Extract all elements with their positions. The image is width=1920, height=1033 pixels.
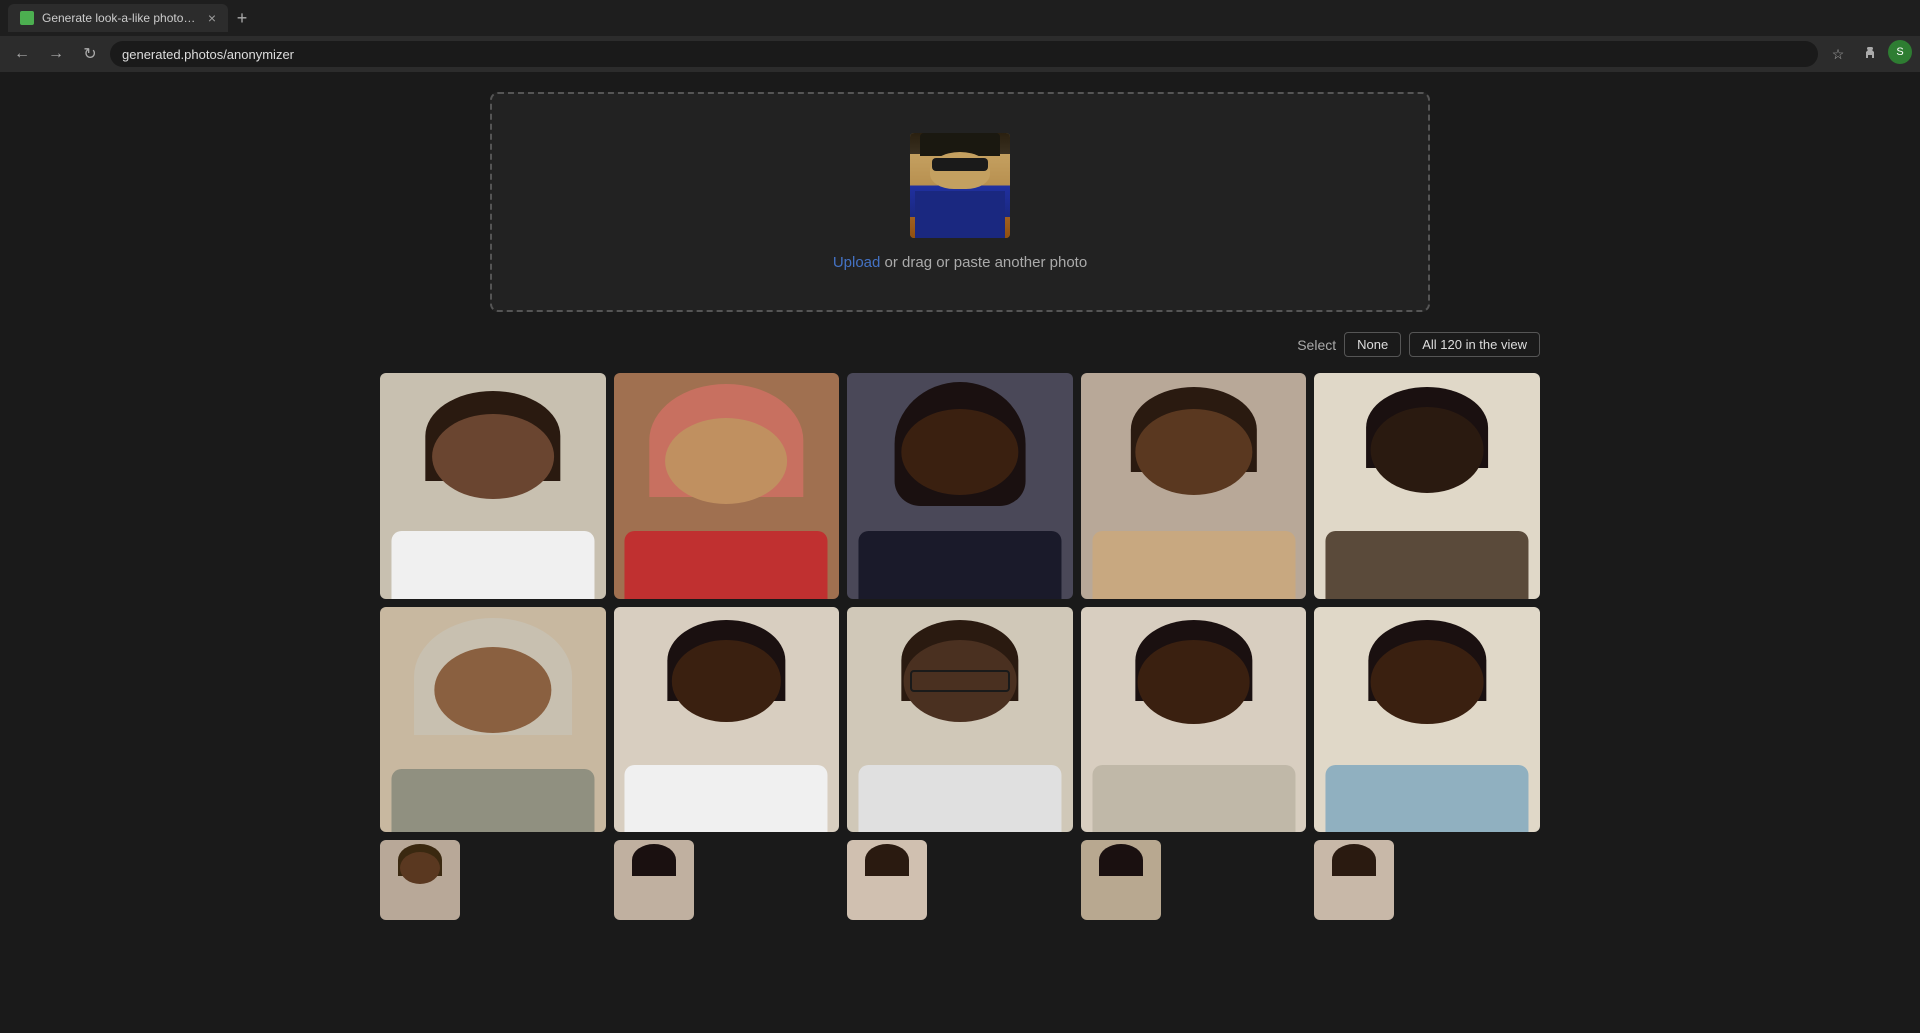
photo-item[interactable] — [1314, 373, 1540, 599]
select-all-button[interactable]: All 120 in the view — [1409, 332, 1540, 357]
browser-nav-bar: ← → ↻ ☆ S — [0, 36, 1920, 72]
browser-tabs: Generate look-a-like photos to p × + — [0, 0, 1920, 36]
reload-button[interactable]: ↻ — [76, 40, 104, 68]
photo-item[interactable] — [614, 840, 694, 920]
uploaded-photo-preview — [910, 133, 1010, 238]
active-tab[interactable]: Generate look-a-like photos to p × — [8, 4, 228, 32]
photo-item[interactable] — [1081, 840, 1161, 920]
page-content: Upload or drag or paste another photo Se… — [0, 72, 1920, 960]
upload-text-rest: or drag or paste another photo — [880, 254, 1087, 271]
photo-item[interactable] — [847, 840, 927, 920]
photo-item[interactable] — [847, 607, 1073, 833]
photo-item[interactable] — [847, 373, 1073, 599]
upload-link[interactable]: Upload — [833, 254, 881, 271]
tab-title: Generate look-a-like photos to p — [42, 11, 200, 25]
forward-button[interactable]: → — [42, 40, 70, 68]
profile-avatar[interactable]: S — [1888, 40, 1912, 64]
results-header: Select None All 120 in the view — [380, 332, 1540, 357]
photo-item[interactable] — [1314, 607, 1540, 833]
extensions-icon[interactable] — [1856, 40, 1884, 68]
tab-close-icon[interactable]: × — [208, 10, 216, 26]
results-section: Select None All 120 in the view — [360, 332, 1560, 920]
address-bar[interactable] — [110, 41, 1818, 67]
browser-chrome: Generate look-a-like photos to p × + ← →… — [0, 0, 1920, 72]
upload-section: Upload or drag or paste another photo — [470, 92, 1450, 312]
photo-item[interactable] — [614, 373, 840, 599]
tab-favicon — [20, 11, 34, 25]
photo-grid — [380, 373, 1540, 920]
photo-item[interactable] — [380, 373, 606, 599]
new-tab-button[interactable]: + — [228, 4, 256, 32]
bookmark-icon[interactable]: ☆ — [1824, 40, 1852, 68]
nav-actions: ☆ S — [1824, 40, 1912, 68]
photo-item[interactable] — [614, 607, 840, 833]
photo-item[interactable] — [1081, 607, 1307, 833]
photo-item[interactable] — [1314, 840, 1394, 920]
upload-instructions: Upload or drag or paste another photo — [833, 254, 1087, 271]
upload-drop-zone[interactable]: Upload or drag or paste another photo — [490, 92, 1430, 312]
select-none-button[interactable]: None — [1344, 332, 1401, 357]
photo-item[interactable] — [1081, 373, 1307, 599]
select-label: Select — [1297, 337, 1336, 353]
photo-item[interactable] — [380, 840, 460, 920]
photo-item[interactable] — [380, 607, 606, 833]
back-button[interactable]: ← — [8, 40, 36, 68]
